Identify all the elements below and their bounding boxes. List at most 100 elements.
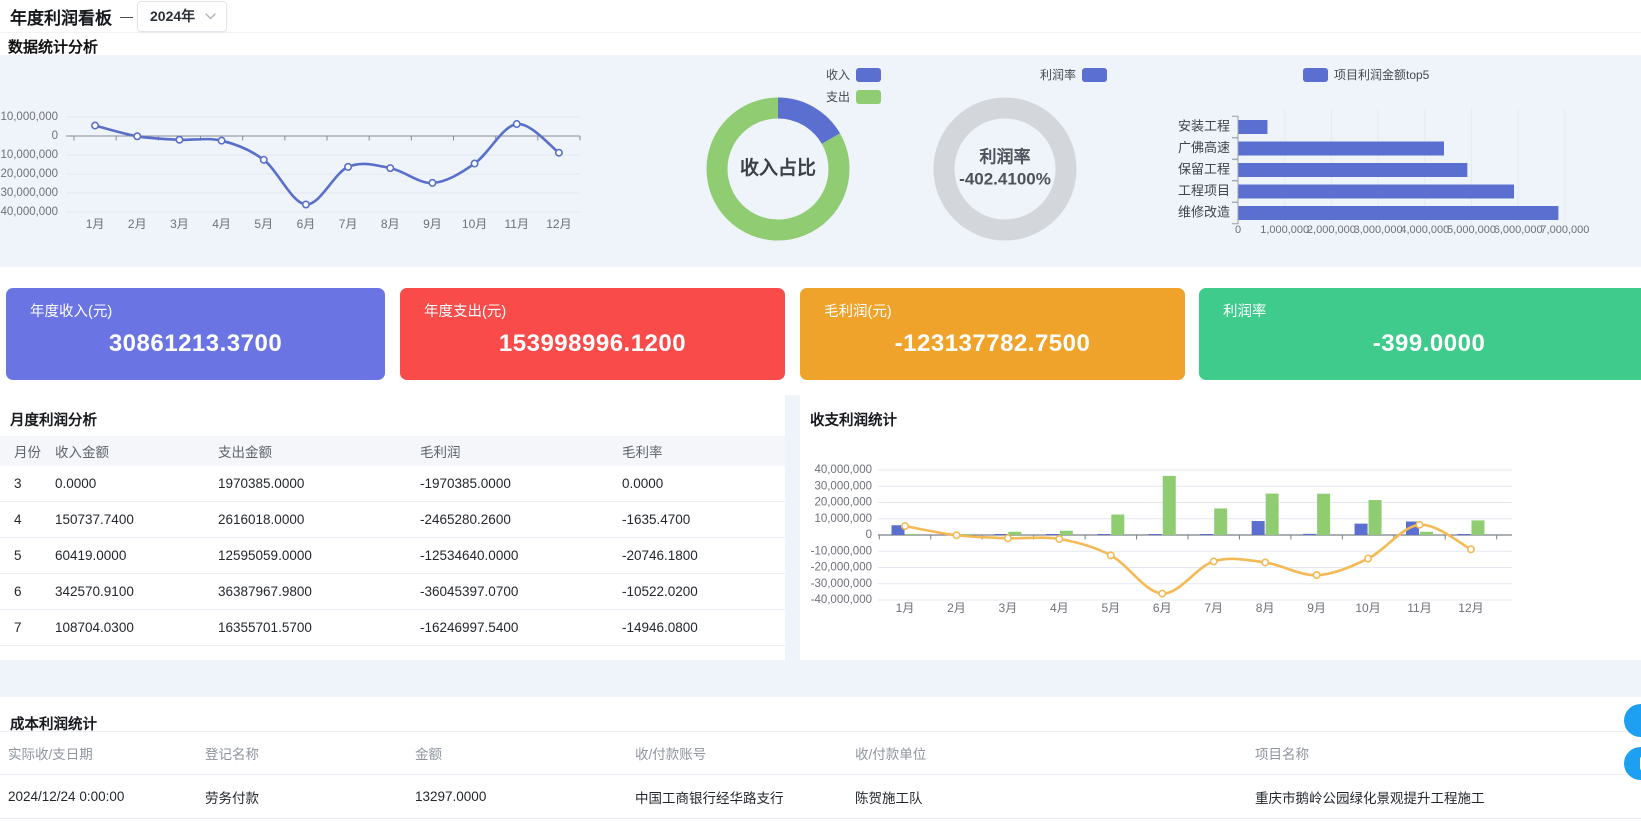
svg-text:9月: 9月 bbox=[423, 217, 442, 231]
year-select[interactable]: 2024年 bbox=[137, 1, 227, 32]
section-title-stats: 数据统计分析 bbox=[8, 36, 98, 57]
annual-profit-dashboard: 年度利润看板 — 2024年 数据统计分析 10,000,0000-10,000… bbox=[0, 0, 1641, 821]
kpi-card: 年度收入(元)30861213.3700 bbox=[6, 288, 385, 380]
cell: 5 bbox=[14, 548, 55, 563]
cell: -20746.1800 bbox=[622, 548, 785, 563]
mid-zone: 月度利润分析 月份收入金额支出金额毛利润毛利率 30.00001970385.0… bbox=[0, 395, 1641, 697]
income-expense-title: 收支利润统计 bbox=[810, 409, 897, 430]
cell: -16246997.5400 bbox=[420, 620, 622, 635]
kpi-card: 毛利润(元)-123137782.7500 bbox=[800, 288, 1185, 380]
legend-label: 项目利润金额top5 bbox=[1334, 66, 1429, 83]
cell: 3 bbox=[14, 476, 55, 491]
svg-text:-20,000,000: -20,000,000 bbox=[0, 168, 58, 180]
cell: 2024/12/24 0:00:00 bbox=[8, 789, 205, 804]
profit-rate-legend[interactable]: 利润率 bbox=[1040, 67, 1107, 82]
kpi-label: 年度支出(元) bbox=[400, 288, 785, 321]
svg-text:-40,000,000: -40,000,000 bbox=[0, 206, 58, 218]
legend-label: 收入 bbox=[826, 66, 850, 83]
cell: 收入金额 bbox=[55, 441, 218, 461]
svg-text:2月: 2月 bbox=[947, 601, 966, 615]
cell: -1635.4700 bbox=[622, 512, 785, 527]
legend-swatch bbox=[1303, 68, 1328, 82]
cell: 陈贺施工队 bbox=[855, 787, 1255, 807]
cell: 0.0000 bbox=[55, 476, 218, 491]
svg-text:2,000,000: 2,000,000 bbox=[1307, 224, 1356, 236]
monthly-table-body: 30.00001970385.0000-1970385.00000.000041… bbox=[0, 466, 785, 646]
svg-text:4月: 4月 bbox=[212, 217, 231, 231]
cell: -14946.0800 bbox=[622, 620, 785, 635]
table-row: 6342570.910036387967.9800-36045397.0700-… bbox=[0, 574, 785, 610]
table-row: 30.00001970385.0000-1970385.00000.0000 bbox=[0, 466, 785, 502]
svg-text:利润率: 利润率 bbox=[980, 146, 1031, 166]
svg-text:2月: 2月 bbox=[128, 217, 147, 231]
cell: 12595059.0000 bbox=[218, 548, 420, 563]
svg-text:0: 0 bbox=[52, 130, 58, 142]
topbar: 年度利润看板 — 2024年 bbox=[0, 0, 1641, 33]
svg-text:6月: 6月 bbox=[1153, 601, 1172, 615]
svg-text:3,000,000: 3,000,000 bbox=[1354, 224, 1403, 236]
svg-text:安装工程: 安装工程 bbox=[1178, 118, 1230, 133]
cost-table-body: 2024/12/24 0:00:00劳务付款13297.0000中国工商银行经华… bbox=[0, 775, 1641, 819]
kpi-card: 利润率-399.0000 bbox=[1199, 288, 1641, 380]
svg-text:7月: 7月 bbox=[339, 217, 358, 231]
svg-text:3月: 3月 bbox=[999, 601, 1018, 615]
cell: 60419.0000 bbox=[55, 548, 218, 563]
year-select-value: 2024年 bbox=[150, 6, 195, 26]
cell: 金额 bbox=[415, 743, 635, 763]
svg-text:5月: 5月 bbox=[1101, 601, 1120, 615]
cell: 36387967.9800 bbox=[218, 584, 420, 599]
svg-text:0: 0 bbox=[866, 529, 872, 541]
cell: 中国工商银行经华路支行 bbox=[635, 787, 855, 807]
cell: 月份 bbox=[14, 441, 55, 461]
svg-text:30,000,000: 30,000,000 bbox=[814, 480, 872, 492]
table-row: 2024/12/24 0:00:00劳务付款13297.0000中国工商银行经华… bbox=[0, 775, 1641, 819]
cell: 342570.9100 bbox=[55, 584, 218, 599]
cost-profit-section: 成本利润统计 实际收/支日期登记名称金额收/付款账号收/付款单位项目名称 202… bbox=[0, 697, 1641, 821]
cell: 2616018.0000 bbox=[218, 512, 420, 527]
svg-text:7月: 7月 bbox=[1204, 601, 1223, 615]
income-expense-panel: 收支利润统计 40,000,00030,000,00020,000,00010,… bbox=[800, 395, 1641, 660]
kpi-label: 毛利润(元) bbox=[800, 288, 1185, 321]
legend-swatch bbox=[856, 68, 881, 82]
cell: 重庆市鹅岭公园绿化景观提升工程施工 bbox=[1255, 787, 1641, 807]
svg-text:20,000,000: 20,000,000 bbox=[814, 497, 872, 509]
svg-text:-30,000,000: -30,000,000 bbox=[0, 187, 58, 199]
monthly-profit-title: 月度利润分析 bbox=[10, 409, 97, 430]
cell: 收/付款单位 bbox=[855, 743, 1255, 763]
cell: 支出金额 bbox=[218, 441, 420, 461]
project-top5-bar-chart: 安装工程广佛高速保留工程工程项目维修改造01,000,0002,000,0003… bbox=[1158, 95, 1641, 240]
cell: 毛利率 bbox=[622, 441, 785, 461]
monthly-profit-panel: 月度利润分析 月份收入金额支出金额毛利润毛利率 30.00001970385.0… bbox=[0, 395, 785, 660]
cell: 劳务付款 bbox=[205, 787, 415, 807]
cell: 16355701.5700 bbox=[218, 620, 420, 635]
svg-text:40,000,000: 40,000,000 bbox=[814, 464, 872, 476]
cell: 6 bbox=[14, 584, 55, 599]
svg-text:6月: 6月 bbox=[297, 217, 316, 231]
cell: 1970385.0000 bbox=[218, 476, 420, 491]
cell: -2465280.2600 bbox=[420, 512, 622, 527]
cell: 4 bbox=[14, 512, 55, 527]
cell: 0.0000 bbox=[622, 476, 785, 491]
legend-label: 利润率 bbox=[1040, 66, 1076, 83]
svg-text:0: 0 bbox=[1235, 224, 1241, 236]
income-expense-chart: 40,000,00030,000,00020,000,00010,000,000… bbox=[800, 440, 1641, 660]
top5-legend[interactable]: 项目利润金额top5 bbox=[1303, 67, 1429, 82]
svg-text:1月: 1月 bbox=[86, 217, 105, 231]
svg-text:维修改造: 维修改造 bbox=[1178, 204, 1230, 219]
svg-text:-10,000,000: -10,000,000 bbox=[0, 149, 58, 161]
table-row: 4150737.74002616018.0000-2465280.2600-16… bbox=[0, 502, 785, 538]
svg-text:-40,000,000: -40,000,000 bbox=[811, 594, 872, 606]
svg-text:-402.4100%: -402.4100% bbox=[959, 169, 1051, 188]
kpi-card: 年度支出(元)153998996.1200 bbox=[400, 288, 785, 380]
cell: 108704.0300 bbox=[55, 620, 218, 635]
svg-text:1月: 1月 bbox=[896, 601, 915, 615]
cell: 毛利润 bbox=[420, 441, 622, 461]
svg-text:7,000,000: 7,000,000 bbox=[1540, 224, 1589, 236]
cell: -36045397.0700 bbox=[420, 584, 622, 599]
svg-text:1,000,000: 1,000,000 bbox=[1260, 224, 1309, 236]
svg-text:4,000,000: 4,000,000 bbox=[1400, 224, 1449, 236]
svg-text:-30,000,000: -30,000,000 bbox=[811, 578, 872, 590]
svg-text:9月: 9月 bbox=[1307, 601, 1326, 615]
chevron-down-icon bbox=[205, 13, 216, 20]
cost-table-header: 实际收/支日期登记名称金额收/付款账号收/付款单位项目名称 bbox=[0, 731, 1641, 775]
